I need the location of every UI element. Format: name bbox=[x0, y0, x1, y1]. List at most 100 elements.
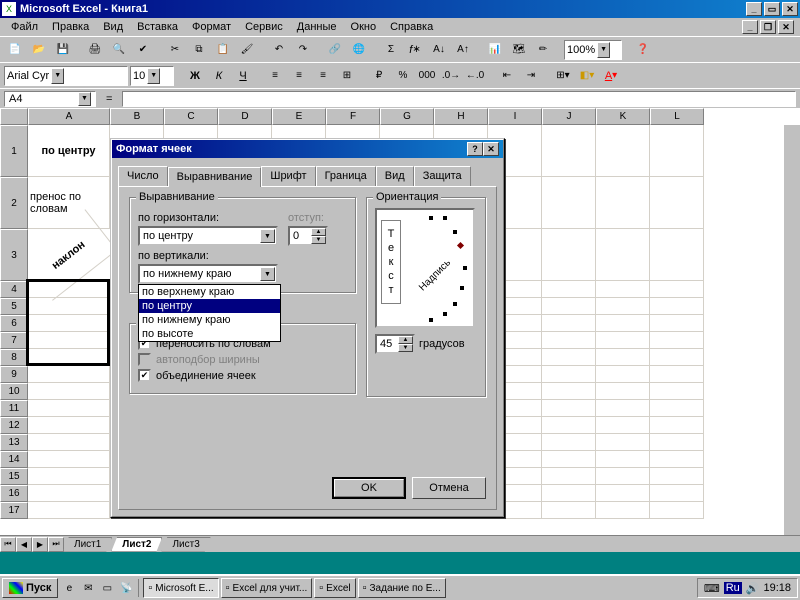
open-button[interactable]: 📂 bbox=[28, 39, 50, 61]
ie-icon[interactable]: e bbox=[60, 579, 78, 597]
increase-decimal-button[interactable]: .0→ bbox=[440, 65, 462, 87]
cell[interactable] bbox=[596, 502, 650, 519]
cell[interactable] bbox=[596, 298, 650, 315]
row-header[interactable]: 8 bbox=[0, 349, 28, 366]
row-header[interactable]: 7 bbox=[0, 332, 28, 349]
column-header[interactable]: I bbox=[488, 108, 542, 125]
menu-data[interactable]: Данные bbox=[290, 20, 344, 34]
chevron-down-icon[interactable]: ▼ bbox=[260, 267, 275, 281]
mdi-minimize-button[interactable]: _ bbox=[742, 20, 758, 34]
cell[interactable] bbox=[542, 281, 596, 298]
cell[interactable] bbox=[542, 468, 596, 485]
column-header[interactable]: A bbox=[28, 108, 110, 125]
cell[interactable] bbox=[542, 400, 596, 417]
cell[interactable] bbox=[542, 177, 596, 229]
bold-button[interactable]: Ж bbox=[184, 65, 206, 87]
cell[interactable] bbox=[542, 434, 596, 451]
format-painter-button[interactable]: 🖌 bbox=[236, 39, 258, 61]
chevron-down-icon[interactable]: ▼ bbox=[260, 229, 275, 243]
font-color-button[interactable]: A▾ bbox=[600, 65, 622, 87]
cell[interactable] bbox=[650, 125, 704, 177]
sort-asc-button[interactable]: A↓ bbox=[428, 39, 450, 61]
increase-indent-button[interactable]: ⇥ bbox=[520, 65, 542, 87]
spin-down-icon[interactable]: ▼ bbox=[398, 344, 413, 352]
cell[interactable] bbox=[542, 229, 596, 281]
minimize-button[interactable]: _ bbox=[746, 2, 762, 16]
cell[interactable] bbox=[542, 315, 596, 332]
vertical-scrollbar[interactable] bbox=[784, 125, 800, 535]
formula-input[interactable] bbox=[122, 91, 796, 107]
row-header[interactable]: 16 bbox=[0, 485, 28, 502]
borders-button[interactable]: ⊞▾ bbox=[552, 65, 574, 87]
cell[interactable] bbox=[28, 434, 110, 451]
row-header[interactable]: 15 bbox=[0, 468, 28, 485]
cell[interactable] bbox=[650, 400, 704, 417]
menu-help[interactable]: Справка bbox=[383, 20, 440, 34]
column-header[interactable]: K bbox=[596, 108, 650, 125]
dialog-tab[interactable]: Вид bbox=[376, 166, 414, 186]
cell[interactable] bbox=[28, 315, 110, 332]
print-button[interactable]: 🖨 bbox=[84, 39, 106, 61]
cell[interactable] bbox=[28, 298, 110, 315]
cell[interactable] bbox=[542, 383, 596, 400]
cell[interactable] bbox=[596, 229, 650, 281]
channels-icon[interactable]: 📡 bbox=[117, 579, 135, 597]
column-header[interactable]: D bbox=[218, 108, 272, 125]
cell[interactable] bbox=[28, 451, 110, 468]
fill-color-button[interactable]: ◧▾ bbox=[576, 65, 598, 87]
cell[interactable] bbox=[542, 485, 596, 502]
cell[interactable] bbox=[650, 485, 704, 502]
menu-view[interactable]: Вид bbox=[96, 20, 130, 34]
paste-button[interactable]: 📋 bbox=[212, 39, 234, 61]
cell[interactable] bbox=[596, 125, 650, 177]
column-header[interactable]: G bbox=[380, 108, 434, 125]
new-button[interactable]: 📄 bbox=[4, 39, 26, 61]
cell[interactable] bbox=[28, 417, 110, 434]
outlook-icon[interactable]: ✉ bbox=[79, 579, 97, 597]
degrees-spinner[interactable]: 45 ▲▼ bbox=[375, 334, 415, 354]
row-header[interactable]: 4 bbox=[0, 281, 28, 298]
cell[interactable] bbox=[650, 417, 704, 434]
close-button[interactable]: ✕ bbox=[782, 2, 798, 16]
dropdown-option[interactable]: по центру bbox=[139, 299, 280, 313]
cell[interactable] bbox=[650, 366, 704, 383]
cell[interactable] bbox=[596, 468, 650, 485]
menu-tools[interactable]: Сервис bbox=[238, 20, 290, 34]
cell[interactable] bbox=[542, 502, 596, 519]
taskbar-button[interactable]: ▫Excel для учит... bbox=[221, 578, 313, 598]
cell[interactable] bbox=[650, 177, 704, 229]
dialog-help-button[interactable]: ? bbox=[467, 142, 483, 156]
dialog-tab[interactable]: Граница bbox=[316, 166, 376, 186]
copy-button[interactable]: ⧉ bbox=[188, 39, 210, 61]
horizontal-select[interactable]: по центру ▼ bbox=[138, 226, 278, 246]
function-button[interactable]: f∗ bbox=[404, 39, 426, 61]
cell[interactable] bbox=[542, 366, 596, 383]
undo-button[interactable]: ↶ bbox=[268, 39, 290, 61]
name-box[interactable]: A4 ▼ bbox=[4, 91, 96, 107]
select-all-cell[interactable] bbox=[0, 108, 28, 125]
percent-button[interactable]: % bbox=[392, 65, 414, 87]
autosum-button[interactable]: Σ bbox=[380, 39, 402, 61]
decrease-decimal-button[interactable]: ←.0 bbox=[464, 65, 486, 87]
row-header[interactable]: 11 bbox=[0, 400, 28, 417]
chevron-down-icon[interactable]: ▼ bbox=[597, 42, 610, 58]
print-preview-button[interactable]: 🔍 bbox=[108, 39, 130, 61]
cell[interactable] bbox=[596, 366, 650, 383]
tray-icon[interactable]: 🔊 bbox=[746, 582, 760, 595]
column-header[interactable]: F bbox=[326, 108, 380, 125]
next-sheet-button[interactable]: ▶ bbox=[32, 537, 48, 552]
cell[interactable] bbox=[28, 400, 110, 417]
cell[interactable] bbox=[542, 298, 596, 315]
dropdown-option[interactable]: по высоте bbox=[139, 327, 280, 341]
spin-down-icon[interactable]: ▼ bbox=[311, 236, 326, 244]
currency-button[interactable]: ₽ bbox=[368, 65, 390, 87]
save-button[interactable]: 💾 bbox=[52, 39, 74, 61]
sheet-tab[interactable]: Лист2 bbox=[111, 537, 162, 552]
merge-center-button[interactable]: ⊞ bbox=[336, 65, 358, 87]
language-indicator[interactable]: Ru bbox=[724, 582, 742, 594]
sheet-tab[interactable]: Лист3 bbox=[161, 537, 210, 552]
column-header[interactable]: H bbox=[434, 108, 488, 125]
row-header[interactable]: 14 bbox=[0, 451, 28, 468]
align-left-button[interactable]: ≡ bbox=[264, 65, 286, 87]
cell[interactable] bbox=[650, 451, 704, 468]
